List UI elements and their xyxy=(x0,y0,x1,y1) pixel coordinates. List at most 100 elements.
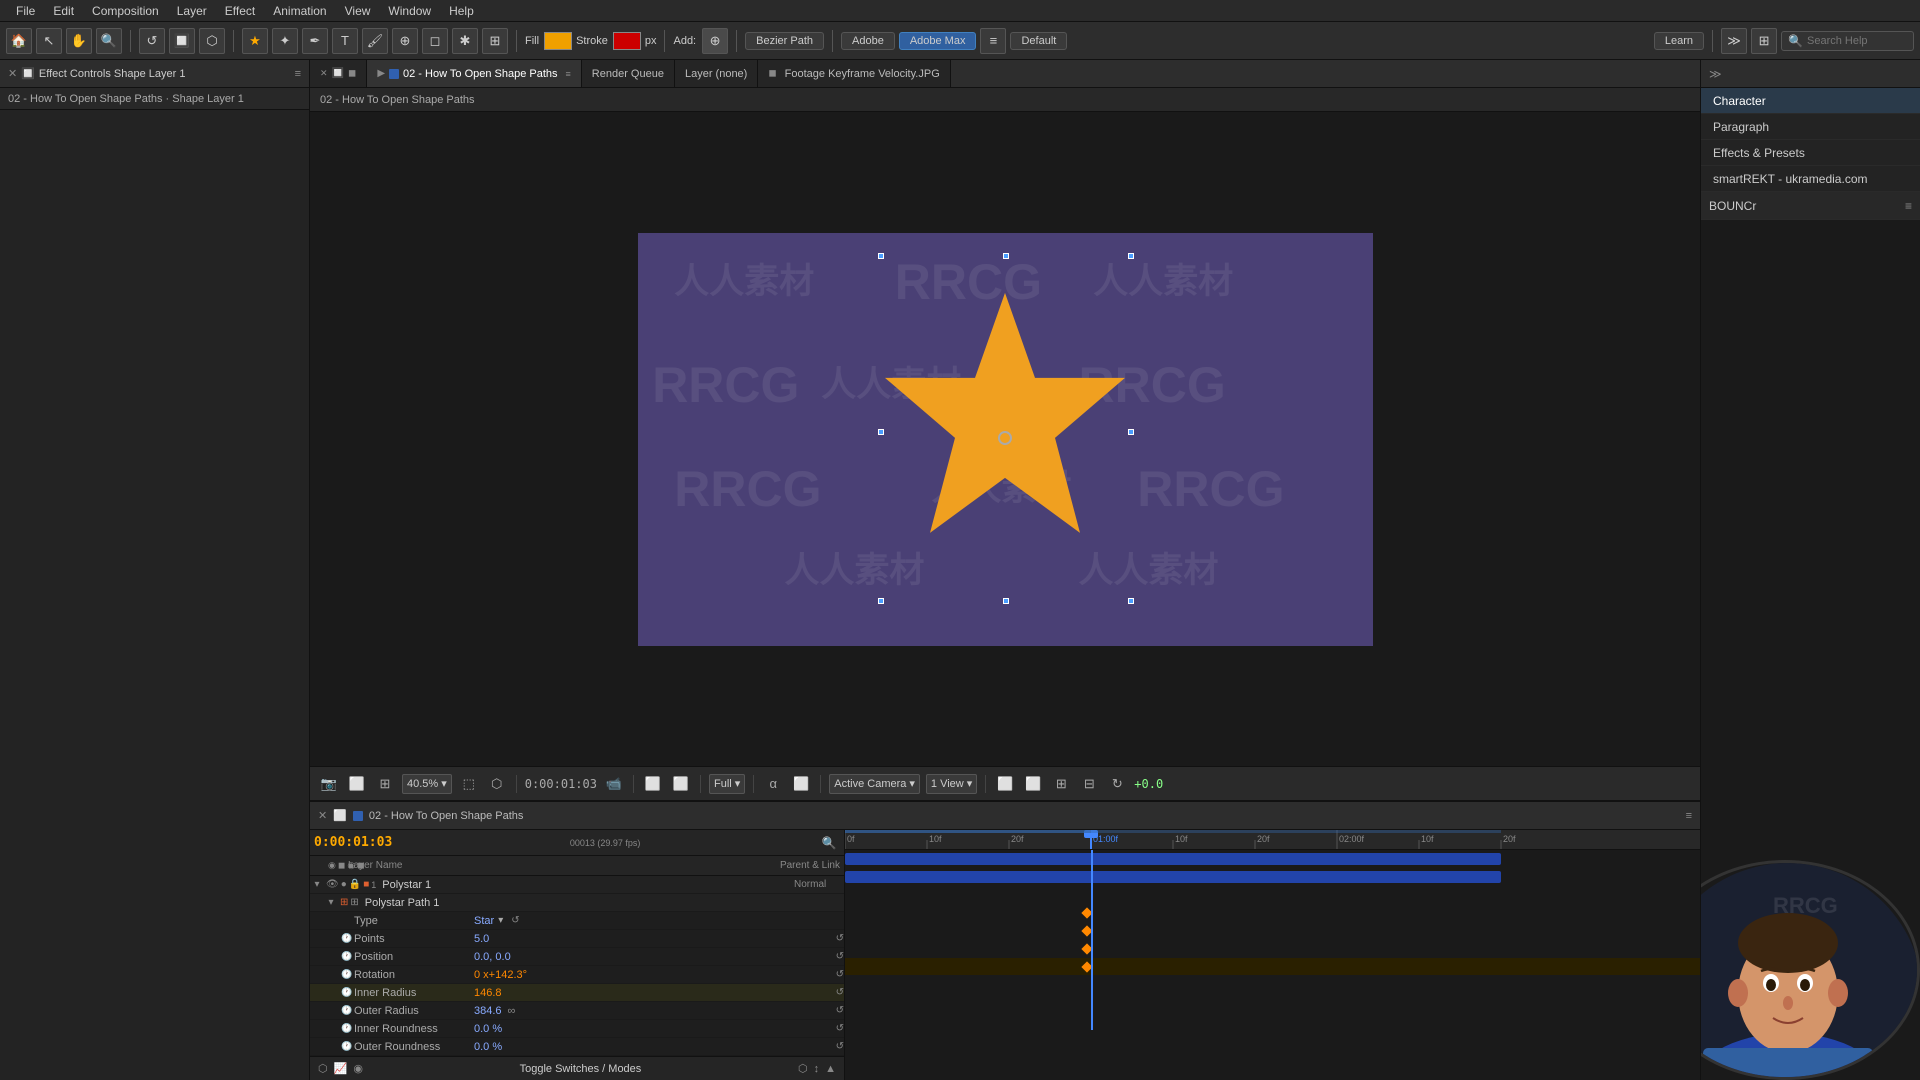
search-help-input[interactable] xyxy=(1807,35,1907,47)
learn-btn[interactable]: Learn xyxy=(1654,32,1704,50)
select-tool-btn[interactable]: ↖ xyxy=(36,28,62,54)
layer-row-polystar-path[interactable]: ▾ ⊞ ⊞ Polystar Path 1 xyxy=(310,894,844,912)
viewer-rgb[interactable]: ⬜ xyxy=(790,773,812,795)
viewer-alpha[interactable]: α xyxy=(762,773,784,795)
adobe-btn[interactable]: Adobe xyxy=(841,32,895,50)
prop-reset-or[interactable]: ↺ xyxy=(836,1005,844,1016)
lock-icon[interactable]: 🔲 xyxy=(21,67,35,80)
prop-reset-points[interactable]: ↺ xyxy=(836,933,844,944)
prop-reset-pos[interactable]: ↺ xyxy=(836,951,844,962)
prop-clock-rot[interactable]: 🕐 xyxy=(340,969,354,980)
panel-menu-icon[interactable]: ≡ xyxy=(295,68,301,80)
close-tab-icon[interactable]: ✕ xyxy=(320,68,328,79)
comp-tab-footage[interactable]: ◼ Footage Keyframe Velocity.JPG xyxy=(758,60,950,87)
adobe-max-menu-btn[interactable]: ≡ xyxy=(980,28,1006,54)
comp-tab-close-left[interactable]: ✕ 🔲 ◼ xyxy=(310,60,367,87)
viewer-ctrl-snapshot[interactable]: 📷 xyxy=(318,773,340,795)
menu-composition[interactable]: Composition xyxy=(84,2,167,20)
tl-lock-icon[interactable]: ⬜ xyxy=(333,809,347,822)
right-menu-effects[interactable]: Effects & Presets xyxy=(1701,140,1920,166)
prop-value-type[interactable]: Star xyxy=(474,915,494,927)
prop-value-rotation[interactable]: 0 x+142.3° xyxy=(474,969,527,981)
tl-timecode[interactable]: 0:00:01:03 xyxy=(314,835,392,850)
views-dropdown[interactable]: 1 View ▾ xyxy=(926,774,977,794)
right-menu-bouncr[interactable]: BOUNCr ≡ xyxy=(1701,192,1920,220)
viewer-ctrl-f[interactable]: ⊟ xyxy=(1078,773,1100,795)
comp-tab-render[interactable]: Render Queue xyxy=(582,60,675,87)
viewer-ctrl-grid[interactable]: ⊞ xyxy=(374,773,396,795)
menu-effect[interactable]: Effect xyxy=(217,2,263,20)
zoom-dropdown[interactable]: 40.5% ▾ xyxy=(402,774,452,794)
menu-view[interactable]: View xyxy=(337,2,379,20)
viewer-ctrl-e[interactable]: ⊞ xyxy=(1050,773,1072,795)
prop-reset-rot[interactable]: ↺ xyxy=(836,969,844,980)
viewer-ctrl-a[interactable]: ⬜ xyxy=(642,773,664,795)
layer-row-polystar[interactable]: ▾ 👁 ● 🔒 ■ 1 Polystar 1 Normal xyxy=(310,876,844,894)
fill-color-swatch[interactable] xyxy=(544,32,572,50)
viewer-ctrl-toggle[interactable]: ⬜ xyxy=(346,773,368,795)
star-tool-btn[interactable]: ★ xyxy=(242,28,268,54)
comp-tab-main[interactable]: ▶ 02 - How To Open Shape Paths ≡ xyxy=(367,60,581,87)
default-btn[interactable]: Default xyxy=(1010,32,1067,50)
viewer-ctrl-fit[interactable]: ⬚ xyxy=(458,773,480,795)
tl-bottom-icon-c[interactable]: ▲ xyxy=(825,1063,836,1075)
comp-tab-layer[interactable]: Layer (none) xyxy=(675,60,758,87)
lock-layer-icon[interactable]: 🔒 xyxy=(349,879,361,890)
roto-tool-btn[interactable]: ⊞ xyxy=(482,28,508,54)
tl-marker-icon[interactable]: ⬡ xyxy=(318,1062,328,1075)
home-tool-btn[interactable]: 🏠 xyxy=(6,28,32,54)
bouncr-menu-icon[interactable]: ≡ xyxy=(1905,199,1912,213)
menu-layer[interactable]: Layer xyxy=(169,2,215,20)
type-dropdown-icon[interactable]: ▾ xyxy=(498,915,503,926)
text-tool-btn[interactable]: T xyxy=(332,28,358,54)
prop-value-inner-radius[interactable]: 146.8 xyxy=(474,987,502,999)
viewer-ctrl-g[interactable]: ↻ xyxy=(1106,773,1128,795)
menu-help[interactable]: Help xyxy=(441,2,482,20)
prop-reset-type[interactable]: ↺ xyxy=(511,915,519,926)
search-help-box[interactable]: 🔍 xyxy=(1781,31,1914,51)
tl-close-icon[interactable]: ✕ xyxy=(318,809,327,822)
eye-icon[interactable]: 👁 xyxy=(326,879,339,890)
prop-reset-orn[interactable]: ↺ xyxy=(836,1041,844,1052)
prop-reset-ir[interactable]: ↺ xyxy=(836,987,844,998)
eraser-tool-btn[interactable]: ◻ xyxy=(422,28,448,54)
viewer-ctrl-b[interactable]: ⬜ xyxy=(670,773,692,795)
add-icon-btn[interactable]: ⊕ xyxy=(702,28,728,54)
bezier-path-btn[interactable]: Bezier Path xyxy=(745,32,824,50)
label-icon[interactable]: ■ xyxy=(363,879,369,890)
quality-dropdown[interactable]: Full ▾ xyxy=(709,774,745,794)
right-menu-paragraph[interactable]: Paragraph xyxy=(1701,114,1920,140)
tl-bottom-icon-a[interactable]: ⬡ xyxy=(798,1062,808,1075)
layer-expand-polystar[interactable]: ▾ xyxy=(310,879,324,890)
viewer-timecode[interactable]: 0:00:01:03 xyxy=(525,777,597,791)
mask-btn[interactable]: ⬡ xyxy=(199,28,225,54)
prop-clock-ir[interactable]: 🕐 xyxy=(340,987,354,998)
viewer-ctrl-aspect[interactable]: ⬡ xyxy=(486,773,508,795)
stroke-color-swatch[interactable] xyxy=(613,32,641,50)
right-menu-character[interactable]: Character xyxy=(1701,88,1920,114)
redo-btn[interactable]: 🔲 xyxy=(169,28,195,54)
prop-value-outer-radius[interactable]: 384.6 xyxy=(474,1005,502,1017)
tl-bottom-icon-b[interactable]: ↕ xyxy=(814,1063,820,1075)
right-menu-smartrekt[interactable]: smartREKT - ukramedia.com xyxy=(1701,166,1920,192)
tl-search-icon[interactable]: 🔍 xyxy=(818,832,840,854)
panel-switch-btn[interactable]: ⊞ xyxy=(1751,28,1777,54)
outer-radius-link-icon[interactable]: ∞ xyxy=(508,1005,516,1017)
solo-icon[interactable]: ● xyxy=(341,879,347,890)
brush-tool-btn[interactable]: 🖌 xyxy=(362,28,388,54)
prop-reset-irn[interactable]: ↺ xyxy=(836,1023,844,1034)
pen-tool-btn[interactable]: ✒ xyxy=(302,28,328,54)
camera-dropdown[interactable]: Active Camera ▾ xyxy=(829,774,920,794)
expand-panels-btn[interactable]: ≫ xyxy=(1721,28,1747,54)
hand-tool-btn[interactable]: ✋ xyxy=(66,28,92,54)
right-panel-expand-icon[interactable]: ≫ xyxy=(1709,67,1722,81)
star-border-tool-btn[interactable]: ✦ xyxy=(272,28,298,54)
prop-value-inner-roundness[interactable]: 0.0 % xyxy=(474,1023,502,1035)
viewer-ctrl-d[interactable]: ⬜ xyxy=(1022,773,1044,795)
prop-value-position[interactable]: 0.0, 0.0 xyxy=(474,951,511,963)
stamp-tool-btn[interactable]: ⊕ xyxy=(392,28,418,54)
menu-animation[interactable]: Animation xyxy=(265,2,334,20)
menu-window[interactable]: Window xyxy=(380,2,439,20)
layer-expand-path[interactable]: ▾ xyxy=(324,897,338,908)
viewer-ctrl-c[interactable]: ⬜ xyxy=(994,773,1016,795)
